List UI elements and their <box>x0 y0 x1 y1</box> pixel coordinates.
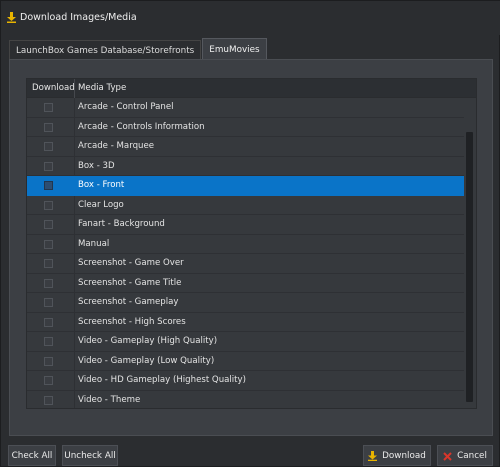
table-row[interactable]: Arcade - Control Panel <box>27 98 464 118</box>
tab-launchbox-database[interactable]: LaunchBox Games Database/Storefronts <box>9 40 202 60</box>
check-all-label: Check All <box>11 450 53 461</box>
download-checkbox[interactable] <box>44 376 53 385</box>
tab-panel-emumovies: Download Media Type Arcade - Control Pan… <box>9 59 493 436</box>
cell-divider <box>74 195 75 214</box>
media-type-label: Video - Theme <box>78 394 141 405</box>
download-checkbox[interactable] <box>44 181 53 190</box>
table-row[interactable]: Screenshot - Game Title <box>27 273 464 293</box>
download-media-dialog: Download Images/Media LaunchBox Games Da… <box>0 0 500 467</box>
table-row[interactable]: Video - Gameplay (High Quality) <box>27 332 464 352</box>
table-row[interactable]: Clear Logo <box>27 195 464 215</box>
download-checkbox[interactable] <box>44 356 53 366</box>
cell-divider <box>74 137 75 156</box>
download-checkbox[interactable] <box>44 317 53 327</box>
cell-divider <box>74 98 75 117</box>
grid-rows: Arcade - Control Panel Arcade - Controls … <box>27 98 464 408</box>
download-arrow-icon <box>7 12 16 23</box>
cell-divider <box>74 351 75 370</box>
table-row[interactable]: Arcade - Controls Information <box>27 117 464 137</box>
download-button[interactable]: Download <box>363 445 431 466</box>
download-checkbox[interactable] <box>44 122 53 132</box>
media-type-label: Video - Gameplay (High Quality) <box>78 336 218 346</box>
download-checkbox[interactable] <box>44 220 53 229</box>
media-type-label: Arcade - Control Panel <box>78 102 174 112</box>
table-row[interactable]: Screenshot - Gameplay <box>27 293 464 313</box>
title-bar: Download Images/Media <box>1 1 500 35</box>
download-checkbox[interactable] <box>44 259 53 268</box>
cell-divider <box>74 371 75 390</box>
cell-divider <box>74 312 75 331</box>
media-type-label: Box - Front <box>78 180 125 190</box>
cell-divider <box>74 273 75 292</box>
table-row[interactable]: Arcade - Marquee <box>27 137 464 157</box>
media-type-label: Clear Logo <box>78 199 124 210</box>
tab-emumovies[interactable]: EmuMovies <box>202 38 267 60</box>
cell-divider <box>74 234 75 253</box>
uncheck-all-button[interactable]: Uncheck All <box>62 445 118 466</box>
table-row[interactable]: Screenshot - Game Over <box>27 254 464 274</box>
download-checkbox[interactable] <box>44 161 53 171</box>
table-row[interactable]: Fanart - Background <box>27 215 464 235</box>
download-checkbox[interactable] <box>44 239 53 249</box>
media-type-label: Manual <box>78 238 110 249</box>
cell-divider <box>74 176 75 195</box>
download-checkbox[interactable] <box>44 278 53 288</box>
media-type-label: Video - HD Gameplay (Highest Quality) <box>78 375 246 385</box>
table-row[interactable]: Video - Theme <box>27 390 464 408</box>
cell-divider <box>74 254 75 273</box>
media-type-label: Screenshot - Gameplay <box>78 297 179 307</box>
download-checkbox[interactable] <box>44 337 53 346</box>
media-type-label: Arcade - Controls Information <box>78 121 205 132</box>
cancel-x-icon <box>443 451 452 461</box>
check-all-button[interactable]: Check All <box>8 445 56 466</box>
media-type-label: Screenshot - Game Over <box>78 258 184 268</box>
vertical-scrollbar[interactable] <box>464 98 476 408</box>
cell-divider <box>74 390 75 408</box>
media-type-label: Video - Gameplay (Low Quality) <box>78 355 215 366</box>
table-row[interactable]: Manual <box>27 234 464 254</box>
cell-divider <box>74 117 75 136</box>
column-header-download[interactable]: Download <box>32 83 75 93</box>
table-row[interactable]: Video - HD Gameplay (Highest Quality) <box>27 371 464 391</box>
table-row[interactable]: Video - Gameplay (Low Quality) <box>27 351 464 371</box>
cancel-label: Cancel <box>457 450 487 461</box>
download-checkbox[interactable] <box>44 103 53 112</box>
table-row[interactable]: Box - Front <box>27 176 464 196</box>
column-header-media-type[interactable]: Media Type <box>78 83 126 93</box>
media-type-label: Fanart - Background <box>78 219 165 229</box>
media-type-label: Screenshot - Game Title <box>78 277 182 288</box>
media-type-grid: Download Media Type Arcade - Control Pan… <box>26 78 477 409</box>
media-type-label: Box - 3D <box>78 160 115 171</box>
cell-divider <box>74 293 75 312</box>
media-type-label: Arcade - Marquee <box>78 141 155 151</box>
table-row[interactable]: Screenshot - High Scores <box>27 312 464 332</box>
download-checkbox[interactable] <box>44 298 53 307</box>
download-label: Download <box>382 450 426 461</box>
window-title: Download Images/Media <box>20 12 137 23</box>
cell-divider <box>74 215 75 234</box>
download-checkbox[interactable] <box>44 200 53 210</box>
cell-divider <box>74 156 75 175</box>
uncheck-all-label: Uncheck All <box>64 450 116 461</box>
cell-divider <box>74 332 75 351</box>
download-checkbox[interactable] <box>44 395 53 405</box>
download-arrow-icon <box>368 450 378 461</box>
grid-header: Download Media Type <box>27 79 476 98</box>
scrollbar-thumb[interactable] <box>466 132 473 402</box>
column-divider <box>74 79 75 98</box>
tab-strip: LaunchBox Games Database/Storefronts Emu… <box>9 38 268 60</box>
download-checkbox[interactable] <box>44 142 53 151</box>
table-row[interactable]: Box - 3D <box>27 156 464 176</box>
media-type-label: Screenshot - High Scores <box>78 316 186 327</box>
cancel-button[interactable]: Cancel <box>437 445 493 466</box>
